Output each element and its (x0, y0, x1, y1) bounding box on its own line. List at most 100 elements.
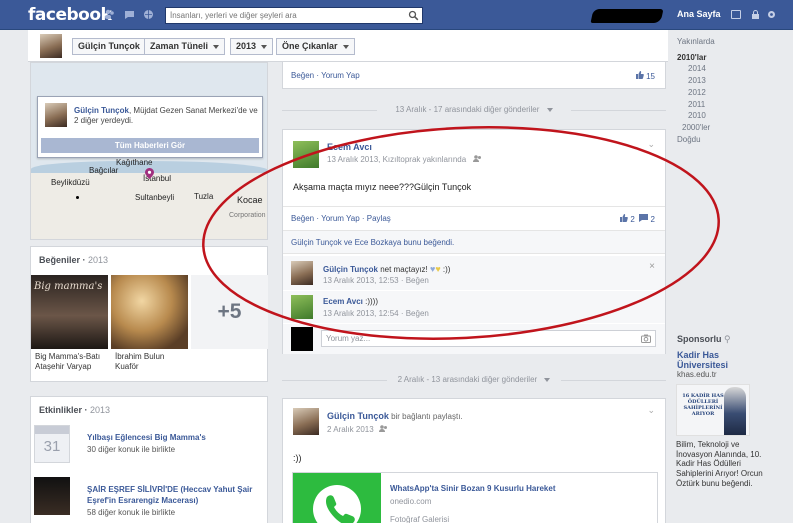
map-pin-icon[interactable] (145, 168, 154, 179)
timeline-menu-button[interactable]: Zaman Tüneli (144, 38, 226, 55)
link-preview[interactable]: WhatsApp'ta Sinir Bozan 9 Kusurlu Hareke… (292, 472, 658, 523)
year-nav-year[interactable]: 2011 (677, 99, 737, 111)
year-nav-decade[interactable]: 2000'ler (677, 122, 737, 134)
post-actions[interactable]: Beğen · Yorum Yap (291, 71, 360, 80)
more-likes-tile[interactable]: +5 (191, 275, 268, 349)
search-input[interactable] (166, 8, 401, 23)
settings-gear-icon[interactable] (766, 9, 777, 20)
comment-author[interactable]: Ecem Avcı (323, 297, 363, 306)
link-thumbnail (293, 473, 381, 523)
map-popup: Gülçin Tunçok, Müjdat Gezen Sanat Merkez… (37, 96, 263, 158)
year-nav-year[interactable]: 2013 (677, 75, 737, 87)
separator (283, 206, 665, 207)
author-avatar[interactable] (293, 141, 319, 168)
like-count-number[interactable]: 2 (630, 215, 634, 224)
likes-title[interactable]: Beğeniler (39, 255, 80, 265)
event-title[interactable]: Yılbaşı Eğlencesi Big Mamma's (87, 433, 206, 442)
map-place-label: Bağcılar (89, 166, 119, 175)
popup-avatar[interactable] (45, 103, 67, 127)
comment-icon[interactable] (639, 213, 649, 222)
year-nav-year[interactable]: 2014 (677, 63, 737, 75)
author-avatar[interactable] (293, 408, 319, 435)
events-card-header: Etkinlikler · 2013 (39, 405, 111, 415)
comment-meta[interactable]: 13 Aralık 2013, 12:53 · Beğen (323, 276, 429, 285)
thumbs-up-icon[interactable] (619, 213, 629, 222)
map-attribution: Corporation (229, 212, 266, 219)
ad-url: khas.edu.tr (677, 370, 717, 379)
comment-input[interactable]: Yorum yaz... (321, 330, 656, 347)
like-label-line: Ataşehir Varyap (35, 362, 92, 371)
event-title[interactable]: ŞAİR EŞREF SİLİVRİ'DE (Heccav Yahut Şair (87, 485, 252, 494)
event-thumbnail[interactable] (34, 477, 70, 515)
comment-author[interactable]: Gülçin Tunçok (323, 265, 378, 274)
author-name[interactable]: Ecem Avcı (327, 142, 372, 152)
privacy-shortcuts-icon[interactable] (750, 9, 761, 20)
home-link[interactable]: Ana Sayfa (677, 9, 721, 19)
ad-portrait (724, 387, 746, 435)
close-icon[interactable]: × (649, 261, 655, 272)
sponsored-header: Sponsorlu ⚲ (677, 334, 731, 345)
year-nav-year[interactable]: 2012 (677, 87, 737, 99)
like-tile-ibrahim-bulun[interactable] (111, 275, 188, 349)
notifications-icon[interactable] (143, 9, 154, 20)
highlights-select-button[interactable]: Öne Çıkanlar (276, 38, 355, 55)
year-nav-year[interactable]: 2010 (677, 110, 737, 122)
audience-icon[interactable] (473, 154, 482, 165)
find-friends-icon[interactable] (731, 10, 741, 19)
profile-name-button[interactable]: Gülçin Tunçok (72, 38, 146, 55)
post-meta[interactable]: 2 Aralık 2013 (327, 425, 374, 434)
like-label[interactable]: İbrahim Bulun Kuaför (115, 352, 192, 372)
likes-card: Beğeniler · 2013 Big mamma's +5 Big Mamm… (30, 246, 268, 382)
camera-icon[interactable] (641, 334, 651, 345)
search-icon[interactable] (408, 10, 419, 21)
top-bar: facebook Ana Sayfa (0, 0, 793, 30)
comment-avatar[interactable] (291, 261, 313, 285)
post-actions[interactable]: Beğen · Yorum Yap · Paylaş (291, 214, 391, 223)
year-nav-born[interactable]: Doğdu (677, 134, 737, 146)
like-label[interactable]: Big Mamma's-Batı Ataşehir Varyap (35, 352, 112, 372)
year-nav-recent[interactable]: Yakınlarda (677, 36, 737, 48)
post-meta[interactable]: 13 Aralık 2013, Kızıltoprak yakınlarında (327, 155, 466, 164)
search-box[interactable] (165, 7, 423, 24)
year-select-label: 2013 (236, 41, 257, 51)
map-place-label: Beylikdüzü (51, 178, 90, 187)
see-all-stories-button[interactable]: Tüm Haberleri Gör (41, 138, 259, 153)
events-title[interactable]: Etkinlikler (39, 405, 82, 415)
facebook-logo[interactable]: facebook (28, 5, 112, 25)
like-count[interactable]: 15 (635, 70, 655, 81)
messages-icon[interactable] (124, 9, 135, 20)
comment-count-number[interactable]: 2 (651, 215, 655, 224)
comment-placeholder: Yorum yaz... (326, 334, 371, 343)
year-select-button[interactable]: 2013 (230, 38, 274, 55)
ad-title[interactable]: Kadir Has Üniversitesi (677, 350, 767, 370)
comment-row: Ecem Avcı :)))) 13 Aralık 2013, 12:54 · … (283, 291, 665, 323)
events-year: 2013 (90, 405, 111, 415)
author-name[interactable]: Gülçin Tunçok (327, 411, 389, 421)
event-title-cont[interactable]: Eşref'in Esrarengiz Macerası) (87, 496, 198, 505)
ad-image[interactable]: 16 KADİR HAS ÖDÜLLERİ SAHİPLERİNİ ARIYOR (676, 384, 750, 436)
likes-year: 2013 (88, 255, 109, 265)
audience-icon[interactable] (379, 424, 388, 435)
calendar-day: 31 (43, 438, 61, 455)
more-posts-divider[interactable]: 13 Aralık - 17 arasındaki diğer gönderil… (282, 105, 666, 114)
liked-by-text[interactable]: Gülçin Tunçok ve Ece Bozkaya bunu beğend… (291, 238, 454, 247)
ad-choices-icon[interactable]: ⚲ (724, 334, 731, 344)
events-card: Etkinlikler · 2013 31 Yılbaşı Eğlencesi … (30, 396, 268, 523)
friend-requests-icon[interactable] (104, 9, 115, 20)
more-posts-divider[interactable]: 2 Aralık - 13 arasındaki diğer gönderile… (282, 375, 666, 384)
link-title[interactable]: WhatsApp'ta Sinir Bozan 9 Kusurlu Hareke… (390, 484, 555, 493)
profile-avatar[interactable] (40, 34, 62, 58)
year-nav-decade-selected[interactable]: 2010'lar (677, 52, 737, 64)
like-tile-big-mammas[interactable]: Big mamma's (31, 275, 108, 349)
like-label-line: Kuaför (115, 362, 139, 371)
comment-avatar[interactable] (291, 295, 313, 319)
post-ecem-avci: Ecem Avcı 13 Aralık 2013, Kızıltoprak ya… (282, 129, 666, 354)
popup-name-link[interactable]: Gülçin Tunçok (74, 106, 129, 115)
thumbs-up-icon (635, 71, 644, 79)
comment-meta[interactable]: 13 Aralık 2013, 12:54 · Beğen (323, 309, 429, 318)
chevron-down-icon[interactable]: ⌄ (647, 139, 655, 150)
chevron-down-icon (261, 44, 268, 49)
year-navigation: Yakınlarda 2010'lar 2014 2013 2012 2011 … (677, 36, 737, 145)
likes-card-header: Beğeniler · 2013 (39, 255, 109, 265)
chevron-down-icon[interactable]: ⌄ (647, 405, 655, 416)
